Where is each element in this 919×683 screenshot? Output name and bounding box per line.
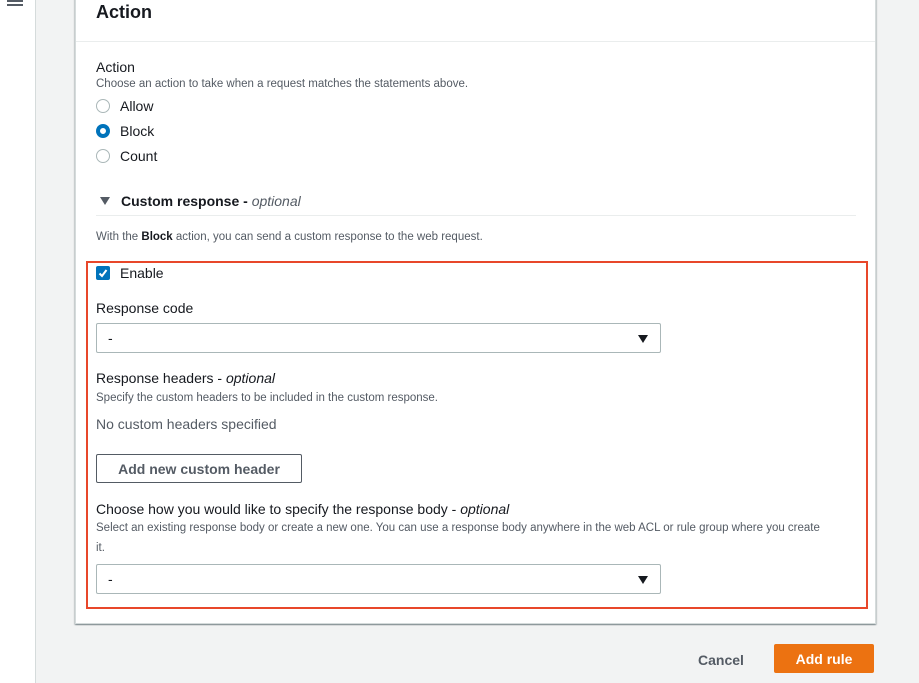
add-rule-button[interactable]: Add rule (774, 644, 874, 673)
radio-block-label: Block (120, 123, 155, 139)
menu-icon[interactable] (7, 0, 23, 8)
action-description: Choose an action to take when a request … (96, 78, 469, 90)
response-body-value: - (108, 571, 113, 587)
custom-response-intro: With the Block action, you can send a cu… (96, 231, 483, 243)
response-code-select[interactable]: - (96, 323, 661, 353)
response-body-description: Select an existing response body or crea… (96, 522, 820, 534)
dropdown-caret-icon (638, 576, 648, 584)
caret-down-icon (100, 197, 110, 205)
response-body-label: Choose how you would like to specify the… (96, 501, 510, 517)
response-headers-description: Specify the custom headers to be include… (96, 392, 439, 404)
radio-count-control[interactable] (96, 149, 110, 163)
checkmark-icon (98, 269, 108, 278)
radio-allow-control[interactable] (96, 99, 110, 113)
radio-allow-label: Allow (120, 98, 154, 114)
radio-block[interactable]: Block (96, 121, 154, 141)
highlight-annotation-box (86, 261, 868, 609)
no-headers-text: No custom headers specified (96, 416, 277, 432)
response-code-value: - (108, 330, 113, 346)
response-body-description-cont: it. (96, 542, 105, 554)
divider (96, 215, 856, 216)
panel-title: Action (96, 2, 152, 22)
radio-count[interactable]: Count (96, 146, 157, 166)
side-navigation-rail (0, 0, 36, 683)
enable-label: Enable (120, 265, 164, 281)
action-panel: Action Action Choose an action to take w… (75, 0, 876, 624)
custom-response-title: Custom response - optional (121, 193, 301, 209)
cancel-button[interactable]: Cancel (691, 646, 751, 674)
response-headers-label: Response headers - optional (96, 370, 276, 386)
dropdown-caret-icon (638, 335, 648, 343)
enable-checkbox[interactable] (96, 266, 110, 280)
response-body-select[interactable]: - (96, 564, 661, 594)
radio-count-label: Count (120, 148, 158, 164)
panel-header: Action (76, 0, 875, 42)
page-content: Action Action Choose an action to take w… (37, 0, 919, 683)
action-label: Action (96, 59, 135, 75)
custom-response-expander[interactable]: Custom response - optional (100, 193, 301, 209)
response-code-label: Response code (96, 300, 194, 316)
radio-block-control[interactable] (96, 124, 110, 138)
radio-allow[interactable]: Allow (96, 96, 153, 116)
add-custom-header-button[interactable]: Add new custom header (96, 454, 302, 483)
